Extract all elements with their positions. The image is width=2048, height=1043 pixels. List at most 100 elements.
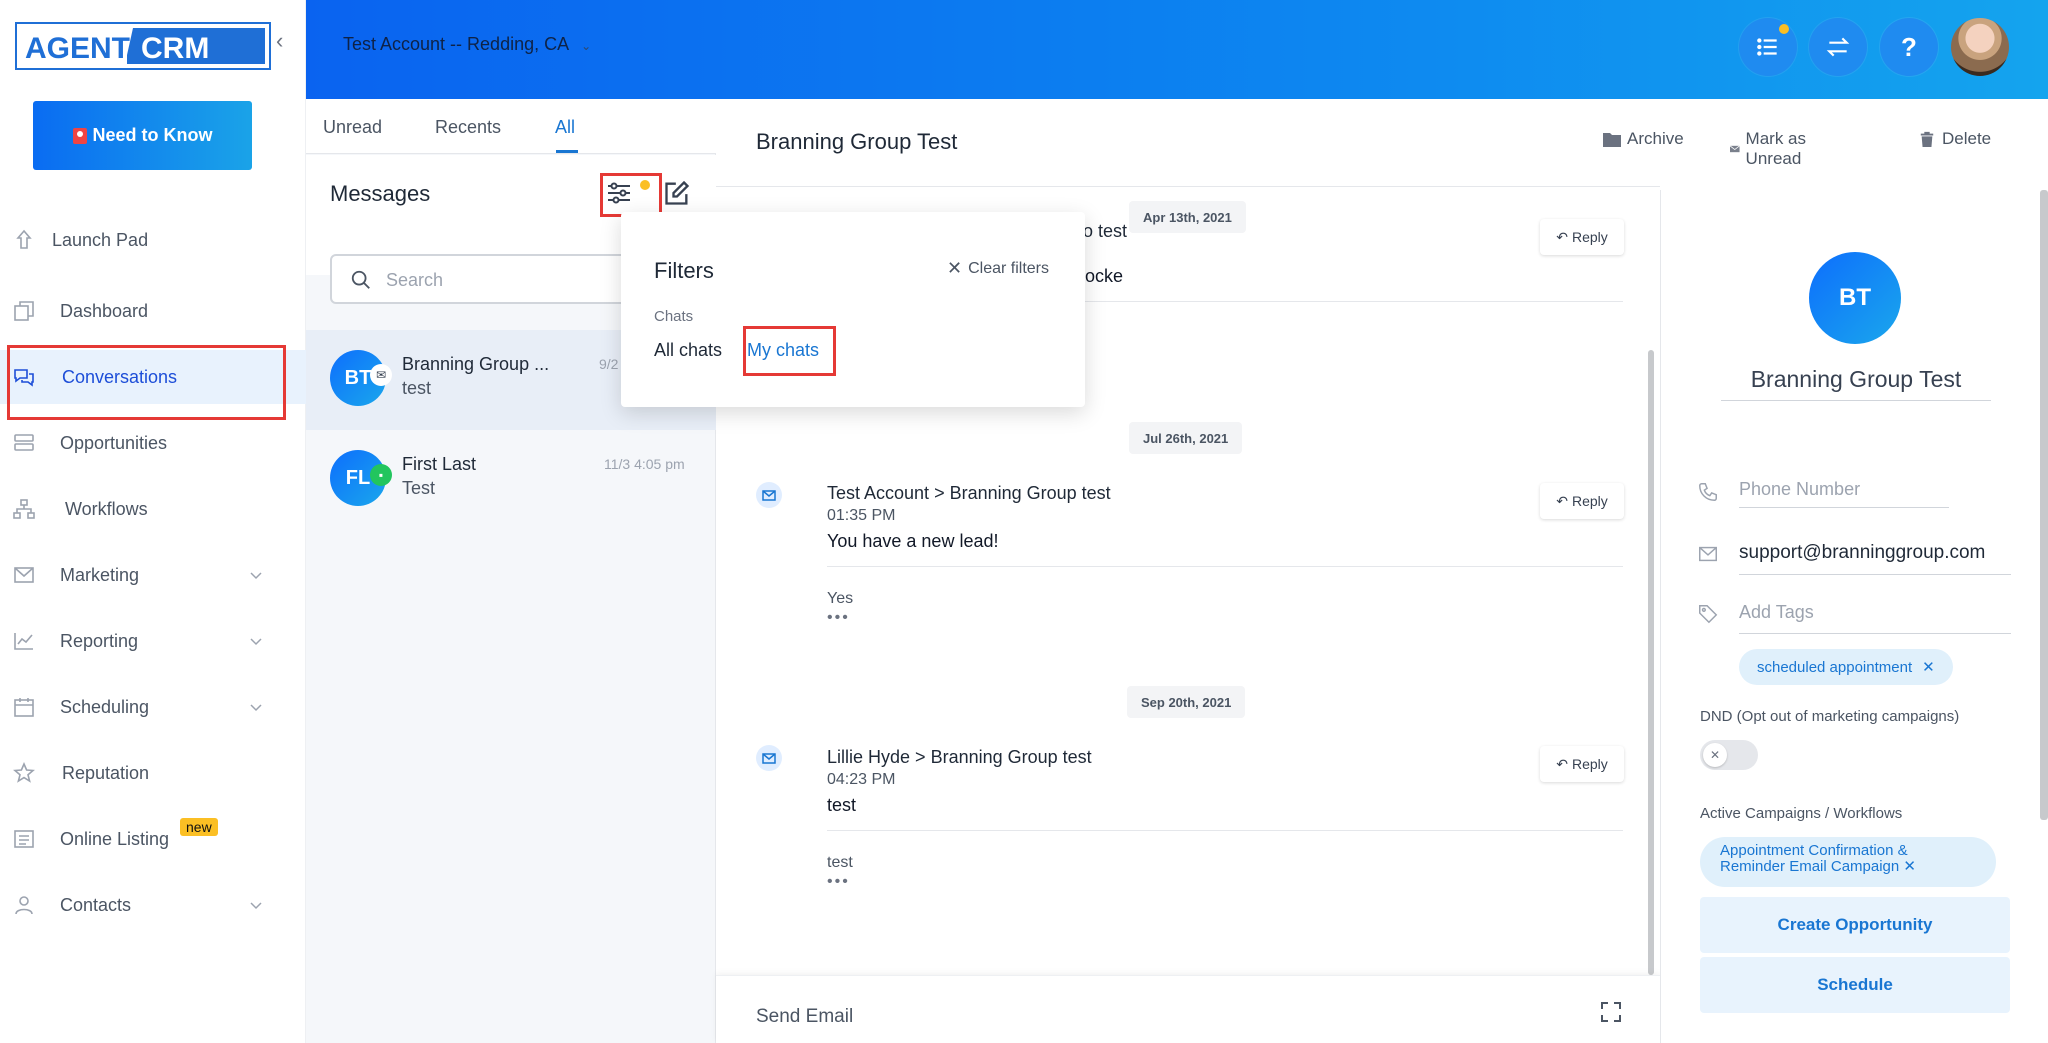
date-chip: Apr 13th, 2021 <box>1129 201 1246 233</box>
dashboard-icon <box>14 301 34 321</box>
sidebar-item-label: Workflows <box>65 498 148 519</box>
create-opportunity-button[interactable]: Create Opportunity <box>1700 897 2010 953</box>
sidebar-item-reporting[interactable]: Reporting <box>0 614 306 668</box>
sidebar-item-contacts[interactable]: Contacts <box>0 878 306 932</box>
reply-button[interactable]: ↶ Reply <box>1540 219 1624 255</box>
phone-number-field[interactable]: Phone Number <box>1739 479 1860 500</box>
sidebar-item-dashboard[interactable]: Dashboard <box>0 284 306 338</box>
contact-panel-scrollbar[interactable] <box>2040 190 2048 820</box>
sms-channel-icon: ▪ <box>370 464 392 486</box>
my-chats-highlight-box <box>743 326 836 376</box>
close-icon: ✕ <box>947 258 963 278</box>
recipient-name: Branning Group test <box>930 747 1092 767</box>
person-icon <box>15 896 33 915</box>
logo-text-agent: AGENT <box>25 32 130 65</box>
partial-message-body: ocke <box>1085 266 1124 286</box>
reply-button[interactable]: ↶ Reply <box>1540 483 1624 519</box>
account-switcher[interactable]: Test Account -- Redding, CA ⌄ <box>343 34 591 55</box>
sidebar-item-workflows[interactable]: Workflows <box>0 482 306 536</box>
network-icon <box>13 499 35 519</box>
quoted-text: Yes <box>827 590 854 607</box>
field-underline <box>1739 507 1949 508</box>
folder-icon <box>1603 133 1621 147</box>
sidebar-item-marketing[interactable]: Marketing <box>0 548 306 602</box>
conversations-highlight-box <box>7 345 286 420</box>
swap-arrows-icon <box>1826 37 1850 57</box>
avatar-initials: BT <box>344 366 372 389</box>
send-email-box[interactable]: Send Email <box>716 975 1660 1043</box>
expand-quote-icon[interactable]: ••• <box>827 873 850 891</box>
delete-label: Delete <box>1942 129 1992 148</box>
need-to-know-button[interactable]: Need to Know <box>33 101 252 170</box>
sidebar-item-scheduling[interactable]: Scheduling <box>0 680 306 734</box>
schedule-button[interactable]: Schedule <box>1700 957 2010 1013</box>
compose-icon[interactable] <box>663 179 691 207</box>
sidebar-item-label: Reporting <box>60 630 139 651</box>
envelope-icon <box>1699 546 1717 562</box>
all-chats-option[interactable]: All chats <box>654 340 722 361</box>
chevron-down-icon: ⌄ <box>581 39 592 53</box>
expand-fullscreen-icon[interactable] <box>1601 1002 1621 1022</box>
email-field[interactable]: support@branninggroup.com <box>1739 542 1985 564</box>
thread-scrollbar[interactable] <box>1648 350 1654 975</box>
chevron-down-icon <box>250 704 262 712</box>
switch-account-button[interactable] <box>1809 18 1867 76</box>
message-body: test <box>827 795 857 815</box>
delete-button[interactable]: Delete <box>1918 129 1991 149</box>
message-from: Lillie Hyde > Branning Group test <box>827 747 1092 767</box>
sidebar-item-reputation[interactable]: Reputation <box>0 746 306 800</box>
email-channel-icon: ✉ <box>370 364 392 386</box>
sender-name: Test Account <box>827 483 930 503</box>
app-page: AGENT CRM ‹ Need to Know Launch Pad Dash… <box>0 0 2048 1043</box>
add-tags-input[interactable]: Add Tags <box>1739 602 1814 623</box>
chats-section-label: Chats <box>654 308 694 325</box>
conversation-name: First Last <box>402 454 477 474</box>
mark-as-unread-button[interactable]: Mark as Unread <box>1730 129 1810 169</box>
top-header: Test Account -- Redding, CA ⌄ ? <box>306 0 2048 99</box>
tab-all[interactable]: All <box>555 117 575 138</box>
help-button[interactable]: ? <box>1880 18 1938 76</box>
campaign-chip: Appointment Confirmation & Reminder Emai… <box>1700 837 1996 887</box>
contact-name[interactable]: Branning Group Test <box>1723 366 1989 393</box>
clear-filters-label: Clear filters <box>968 259 1049 277</box>
archive-button[interactable]: Archive <box>1603 129 1684 149</box>
tag-label: scheduled appointment <box>1757 658 1913 676</box>
thread-header: Branning Group Test Archive Mark as Unre… <box>716 99 1991 187</box>
contact-avatar: FL ▪ <box>330 450 392 506</box>
reply-label: Reply <box>1571 493 1608 509</box>
sidebar-item-opportunities[interactable]: Opportunities <box>0 416 306 470</box>
toggle-off-icon: ✕ <box>1703 743 1727 767</box>
name-underline <box>1721 400 1991 401</box>
contact-avatar-large: BT <box>1809 252 1901 344</box>
remove-campaign-icon[interactable]: ✕ <box>1903 858 1916 875</box>
dnd-toggle[interactable]: ✕ <box>1700 740 1758 770</box>
dnd-label: DND (Opt out of marketing campaigns) <box>1700 708 1960 725</box>
tag-chip: scheduled appointment ✕ <box>1739 649 1953 685</box>
sidebar-item-online-listing[interactable]: Online Listing <box>0 812 306 866</box>
agent-crm-logo[interactable]: AGENT CRM <box>15 22 271 70</box>
partial-message-header: o test <box>1083 221 1128 241</box>
tab-unread[interactable]: Unread <box>323 117 382 138</box>
collapse-sidebar-chevron-icon[interactable]: ‹ <box>276 28 283 54</box>
stack-icon <box>14 434 34 451</box>
reply-button[interactable]: ↶ Reply <box>1540 746 1624 782</box>
alert-badge-icon <box>72 127 87 144</box>
remove-tag-icon[interactable]: ✕ <box>1922 658 1935 676</box>
star-icon <box>13 761 35 783</box>
contact-avatar: BT ✉ <box>330 350 392 406</box>
new-badge: new <box>180 818 218 836</box>
expand-quote-icon[interactable]: ••• <box>827 609 850 627</box>
reply-label: Reply <box>1571 756 1608 772</box>
list-icon <box>14 830 34 848</box>
tab-recents[interactable]: Recents <box>435 117 501 138</box>
messages-title: Messages <box>330 181 431 206</box>
task-list-button[interactable] <box>1739 18 1797 76</box>
clear-filters-button[interactable]: ✕ Clear filters <box>947 258 1049 279</box>
message-divider <box>827 566 1623 567</box>
calendar-icon <box>14 698 34 717</box>
conversation-time: 9/2 <box>599 356 619 372</box>
sidebar-item-launch-pad[interactable]: Launch Pad <box>0 213 306 267</box>
conversation-item[interactable]: FL ▪ First Last Test 11/3 4:05 pm <box>306 430 716 530</box>
user-avatar[interactable] <box>1951 18 2009 76</box>
chevron-down-icon <box>250 638 262 646</box>
